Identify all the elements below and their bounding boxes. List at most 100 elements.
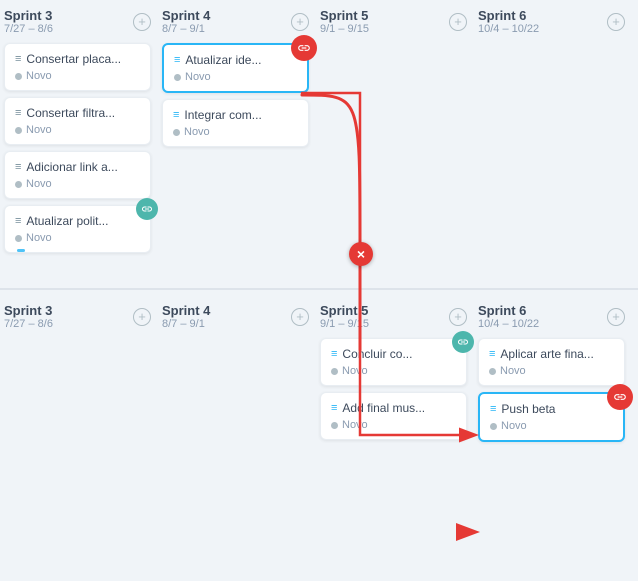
- link-badge-green[interactable]: [136, 198, 158, 220]
- card-doc-icon: ≡: [331, 348, 337, 360]
- card-adicionar-link[interactable]: ≡ Adicionar link a... Novo: [4, 151, 151, 199]
- column-sprint6-top: Sprint 6 10/4 – 10/22 +: [474, 0, 629, 51]
- sprint5-bot-dates: 9/1 – 9/15: [320, 318, 369, 330]
- sprint5-top-add-button[interactable]: +: [449, 13, 467, 31]
- sprint3-bot-add-button[interactable]: +: [133, 308, 151, 326]
- sprint5-bot-add-button[interactable]: +: [449, 308, 467, 326]
- cancel-connection-button[interactable]: ×: [349, 242, 373, 266]
- card-doc-icon: ≡: [15, 53, 21, 65]
- card-status-text: Novo: [342, 419, 368, 431]
- status-dot: [331, 422, 338, 429]
- card-concluir-co[interactable]: ≡ Concluir co... Novo: [320, 338, 467, 386]
- sprint5-top-title: Sprint 5: [320, 8, 369, 23]
- card-title-text: Consertar filtra...: [26, 106, 115, 120]
- card-status-text: Novo: [26, 178, 52, 190]
- sprint4-top-add-button[interactable]: +: [291, 13, 309, 31]
- card-title-text: Add final mus...: [342, 401, 425, 415]
- card-atualizar-ide[interactable]: ≡ Atualizar ide... Novo: [162, 43, 309, 93]
- card-doc-icon: ≡: [173, 109, 179, 121]
- column-header: Sprint 4 8/7 – 9/1 +: [162, 303, 309, 330]
- card-push-beta[interactable]: ≡ Push beta Novo: [478, 392, 625, 442]
- card-atualizar-polit[interactable]: ≡ Atualizar polit... Novo: [4, 205, 151, 253]
- column-header: Sprint 5 9/1 – 9/15 +: [320, 8, 467, 35]
- column-header: Sprint 3 7/27 – 8/6 +: [4, 303, 151, 330]
- card-title-text: Atualizar ide...: [185, 53, 261, 67]
- sprint4-bot-title: Sprint 4: [162, 303, 210, 318]
- sprint6-top-add-button[interactable]: +: [607, 13, 625, 31]
- sprint5-top-dates: 9/1 – 9/15: [320, 23, 369, 35]
- sprint5-bot-title: Sprint 5: [320, 303, 369, 318]
- card-status-text: Novo: [26, 232, 52, 244]
- link-badge-red-top[interactable]: [291, 35, 317, 61]
- sprint3-top-title: Sprint 3: [4, 8, 53, 23]
- card-integrar-com[interactable]: ≡ Integrar com... Novo: [162, 99, 309, 147]
- column-sprint5-top: Sprint 5 9/1 – 9/15 +: [316, 0, 471, 51]
- link-badge-green2[interactable]: [452, 331, 474, 353]
- card-status-text: Novo: [500, 365, 526, 377]
- bottom-section: Sprint 3 7/27 – 8/6 + Sprint 4 8/7 – 9/1…: [0, 295, 638, 581]
- sprint3-top-dates: 7/27 – 8/6: [4, 23, 53, 35]
- card-aplicar-arte[interactable]: ≡ Aplicar arte fina... Novo: [478, 338, 625, 386]
- link-badge-red-bot[interactable]: [607, 384, 633, 410]
- column-sprint6-bot: Sprint 6 10/4 – 10/22 + ≡ Aplicar arte f…: [474, 295, 629, 456]
- board: Sprint 3 7/27 – 8/6 + ≡ Consertar placa.…: [0, 0, 638, 581]
- card-consertar-placa[interactable]: ≡ Consertar placa... Novo: [4, 43, 151, 91]
- top-section: Sprint 3 7/27 – 8/6 + ≡ Consertar placa.…: [0, 0, 638, 290]
- sprint4-bot-dates: 8/7 – 9/1: [162, 318, 210, 330]
- card-title-text: Integrar com...: [184, 108, 261, 122]
- sprint6-bot-title: Sprint 6: [478, 303, 539, 318]
- card-add-final-mus[interactable]: ≡ Add final mus... Novo: [320, 392, 467, 440]
- card-title-text: Concluir co...: [342, 347, 412, 361]
- column-sprint4-bot: Sprint 4 8/7 – 9/1 +: [158, 295, 313, 346]
- status-dot: [331, 368, 338, 375]
- card-status-text: Novo: [26, 70, 52, 82]
- card-title-text: Atualizar polit...: [26, 214, 108, 228]
- sprint3-bot-dates: 7/27 – 8/6: [4, 318, 53, 330]
- column-sprint4-top: Sprint 4 8/7 – 9/1 + ≡ Atualizar ide... …: [158, 0, 313, 161]
- card-consertar-filtra[interactable]: ≡ Consertar filtra... Novo: [4, 97, 151, 145]
- column-header: Sprint 5 9/1 – 9/15 +: [320, 303, 467, 330]
- section-divider: [0, 288, 638, 290]
- column-sprint3-top: Sprint 3 7/27 – 8/6 + ≡ Consertar placa.…: [0, 0, 155, 267]
- card-doc-icon: ≡: [15, 161, 21, 173]
- card-doc-icon: ≡: [15, 107, 21, 119]
- status-dot: [15, 235, 22, 242]
- sprint6-top-title: Sprint 6: [478, 8, 539, 23]
- bottom-indicator: [17, 249, 25, 252]
- card-status-text: Novo: [26, 124, 52, 136]
- status-dot: [490, 423, 497, 430]
- status-dot: [173, 129, 180, 136]
- card-status-text: Novo: [184, 126, 210, 138]
- status-dot: [15, 127, 22, 134]
- card-title-text: Push beta: [501, 402, 555, 416]
- status-dot: [15, 181, 22, 188]
- card-status-text: Novo: [185, 71, 211, 83]
- card-doc-icon: ≡: [490, 403, 496, 415]
- sprint6-bot-add-button[interactable]: +: [607, 308, 625, 326]
- card-doc-icon: ≡: [489, 348, 495, 360]
- column-sprint5-bot: Sprint 5 9/1 – 9/15 + ≡ Concluir co... N…: [316, 295, 471, 454]
- sprint4-bot-add-button[interactable]: +: [291, 308, 309, 326]
- card-doc-icon: ≡: [331, 402, 337, 414]
- sprint6-top-dates: 10/4 – 10/22: [478, 23, 539, 35]
- card-title-text: Adicionar link a...: [26, 160, 117, 174]
- status-dot: [489, 368, 496, 375]
- status-dot: [15, 73, 22, 80]
- column-header: Sprint 4 8/7 – 9/1 +: [162, 8, 309, 35]
- sprint4-top-dates: 8/7 – 9/1: [162, 23, 210, 35]
- card-status-text: Novo: [501, 420, 527, 432]
- sprint4-top-title: Sprint 4: [162, 8, 210, 23]
- card-title-text: Consertar placa...: [26, 52, 121, 66]
- sprint6-bot-dates: 10/4 – 10/22: [478, 318, 539, 330]
- card-title-text: Aplicar arte fina...: [500, 347, 593, 361]
- card-doc-icon: ≡: [15, 215, 21, 227]
- card-status-text: Novo: [342, 365, 368, 377]
- column-header: Sprint 6 10/4 – 10/22 +: [478, 303, 625, 330]
- column-sprint3-bot: Sprint 3 7/27 – 8/6 +: [0, 295, 155, 346]
- status-dot: [174, 74, 181, 81]
- sprint3-bot-title: Sprint 3: [4, 303, 53, 318]
- column-header: Sprint 3 7/27 – 8/6 +: [4, 8, 151, 35]
- sprint3-top-add-button[interactable]: +: [133, 13, 151, 31]
- card-doc-icon: ≡: [174, 54, 180, 66]
- column-header: Sprint 6 10/4 – 10/22 +: [478, 8, 625, 35]
